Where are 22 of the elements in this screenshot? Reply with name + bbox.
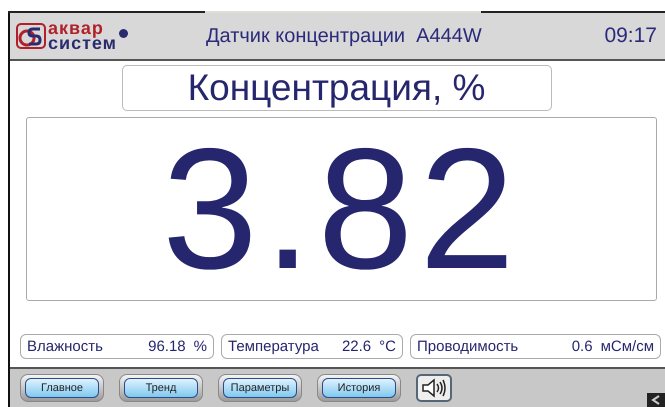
reading-unit: °C — [379, 338, 396, 355]
reading-unit: мСм/см — [600, 338, 654, 355]
logo-icon — [16, 23, 46, 49]
reading-name: Температура — [228, 338, 320, 355]
reading-unit: % — [194, 338, 207, 355]
speaker-icon — [421, 378, 447, 398]
dot-icon — [119, 29, 128, 38]
reading-name: Проводимость — [417, 338, 520, 355]
reading-value: 0.6 — [572, 338, 593, 355]
reading-value: 22.6 — [342, 338, 372, 355]
reading-name: Влажность — [27, 338, 104, 355]
logo-text: аквар — [48, 21, 105, 36]
sound-button[interactable] — [416, 374, 452, 402]
measurement-value: 3.82 — [26, 117, 657, 301]
nav-button[interactable]: Тренд — [124, 378, 198, 398]
nav-button[interactable]: История — [322, 378, 396, 398]
measurement-label: Концентрация, % — [122, 65, 552, 111]
nav-button[interactable]: Параметры — [223, 378, 297, 398]
nav-button[interactable]: Главное — [25, 378, 99, 398]
window-title: Датчик концентрации A444W — [206, 24, 483, 48]
clock-time: 09:17 — [604, 24, 657, 48]
reading-value: 96.18 — [148, 338, 186, 355]
